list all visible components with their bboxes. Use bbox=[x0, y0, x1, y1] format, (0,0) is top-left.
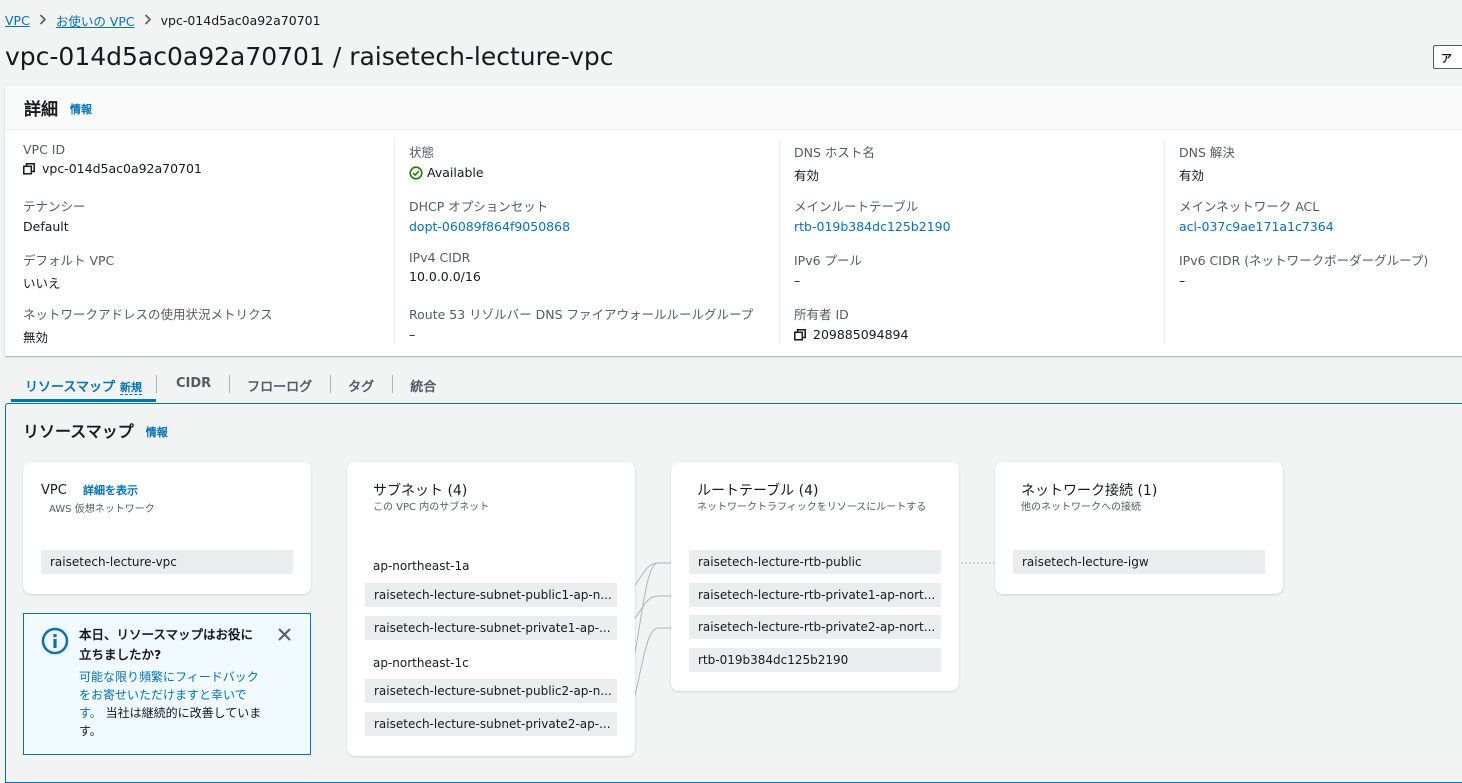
feedback-alert: 本日、リソースマップはお役に立ちましたか? 可能な限り頻繁にフィードバックをお寄… bbox=[23, 613, 311, 755]
close-icon[interactable] bbox=[278, 628, 291, 641]
view-details-link[interactable]: 詳細を表示 bbox=[83, 484, 138, 497]
vpc-card-title: VPC 詳細を表示 bbox=[41, 482, 138, 498]
subnet-item[interactable]: raisetech-lecture-subnet-public1-ap-n... bbox=[365, 583, 617, 607]
route-table-item[interactable]: rtb-019b384dc125b2190 bbox=[689, 648, 941, 672]
network-connections-card-subtitle: 他のネットワークへの接続 bbox=[1021, 502, 1141, 513]
vpc-card: VPC 詳細を表示 AWS 仮想ネットワーク raisetech-lecture… bbox=[23, 462, 311, 594]
subnets-card-title: サブネット (4) bbox=[373, 483, 468, 499]
vpc-item[interactable]: raisetech-lecture-vpc bbox=[41, 550, 293, 574]
network-connections-card-title: ネットワーク接続 (1) bbox=[1021, 483, 1158, 499]
info-icon bbox=[41, 627, 69, 655]
vpc-card-subtitle: AWS 仮想ネットワーク bbox=[49, 504, 155, 515]
network-connection-item[interactable]: raisetech-lecture-igw bbox=[1013, 550, 1265, 574]
route-tables-card-subtitle: ネットワークトラフィックをリソースにルートする bbox=[697, 502, 927, 513]
subnet-item[interactable]: raisetech-lecture-subnet-private1-ap-... bbox=[365, 616, 617, 640]
az-label-1c: ap-northeast-1c bbox=[373, 656, 469, 670]
route-table-item[interactable]: raisetech-lecture-rtb-public bbox=[689, 550, 941, 574]
subnets-card: サブネット (4) この VPC 内のサブネット ap-northeast-1a… bbox=[347, 462, 635, 756]
subnet-item[interactable]: raisetech-lecture-subnet-public2-ap-n... bbox=[365, 679, 617, 703]
route-tables-card-title: ルートテーブル (4) bbox=[697, 483, 819, 499]
feedback-title: 本日、リソースマップはお役に立ちましたか? bbox=[79, 627, 254, 662]
feedback-text: 当社は継続的に改善しています。 bbox=[79, 706, 262, 738]
az-label-1a: ap-northeast-1a bbox=[373, 559, 470, 573]
route-table-item[interactable]: raisetech-lecture-rtb-private2-ap-nort..… bbox=[689, 615, 941, 639]
feedback-body: 可能な限り頻繁にフィードバックをお寄せいただけますと幸いです。 当社は継続的に改… bbox=[79, 668, 264, 740]
route-tables-card: ルートテーブル (4) ネットワークトラフィックをリソースにルートする rais… bbox=[671, 462, 959, 691]
subnets-card-subtitle: この VPC 内のサブネット bbox=[373, 502, 490, 513]
card-title-text: VPC bbox=[41, 483, 67, 498]
subnet-item[interactable]: raisetech-lecture-subnet-private2-ap-... bbox=[365, 712, 617, 736]
network-connections-card: ネットワーク接続 (1) 他のネットワークへの接続 raisetech-lect… bbox=[995, 462, 1283, 594]
route-table-item[interactable]: raisetech-lecture-rtb-private1-ap-nort..… bbox=[689, 583, 941, 607]
